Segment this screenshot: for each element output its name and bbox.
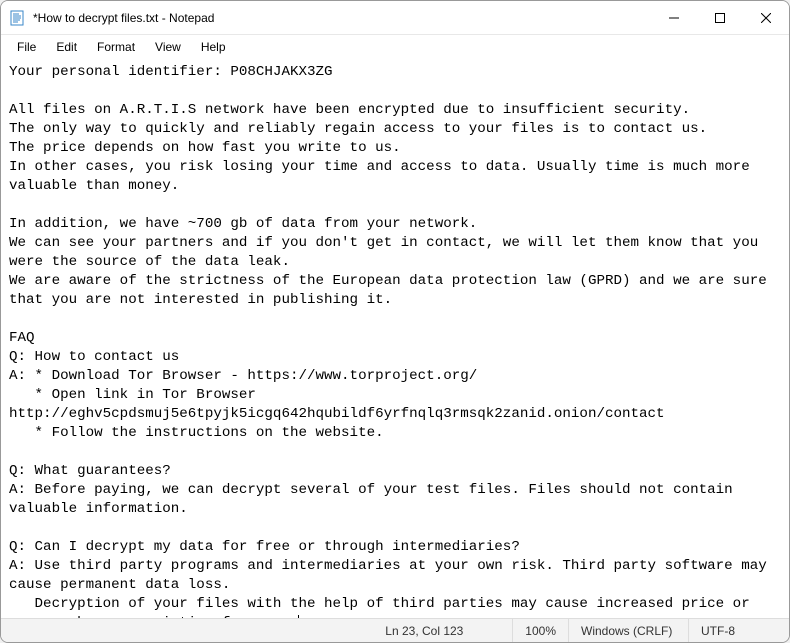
menu-view[interactable]: View: [145, 38, 191, 56]
text-caret: [298, 615, 299, 618]
status-line-ending: Windows (CRLF): [569, 619, 689, 642]
menu-file[interactable]: File: [7, 38, 46, 56]
notepad-window: *How to decrypt files.txt - Notepad File…: [0, 0, 790, 643]
menu-edit[interactable]: Edit: [46, 38, 87, 56]
menu-help[interactable]: Help: [191, 38, 236, 56]
menubar: File Edit Format View Help: [1, 35, 789, 59]
menu-format[interactable]: Format: [87, 38, 145, 56]
text-editor[interactable]: Your personal identifier: P08CHJAKX3ZG A…: [1, 59, 789, 618]
titlebar[interactable]: *How to decrypt files.txt - Notepad: [1, 1, 789, 35]
notepad-icon: [9, 10, 25, 26]
status-position: Ln 23, Col 123: [373, 619, 513, 642]
maximize-button[interactable]: [697, 1, 743, 34]
close-button[interactable]: [743, 1, 789, 34]
status-zoom: 100%: [513, 619, 569, 642]
document-content: Your personal identifier: P08CHJAKX3ZG A…: [9, 64, 775, 618]
minimize-button[interactable]: [651, 1, 697, 34]
statusbar: Ln 23, Col 123 100% Windows (CRLF) UTF-8: [1, 618, 789, 642]
window-controls: [651, 1, 789, 34]
status-encoding: UTF-8: [689, 619, 789, 642]
window-title: *How to decrypt files.txt - Notepad: [33, 11, 651, 25]
